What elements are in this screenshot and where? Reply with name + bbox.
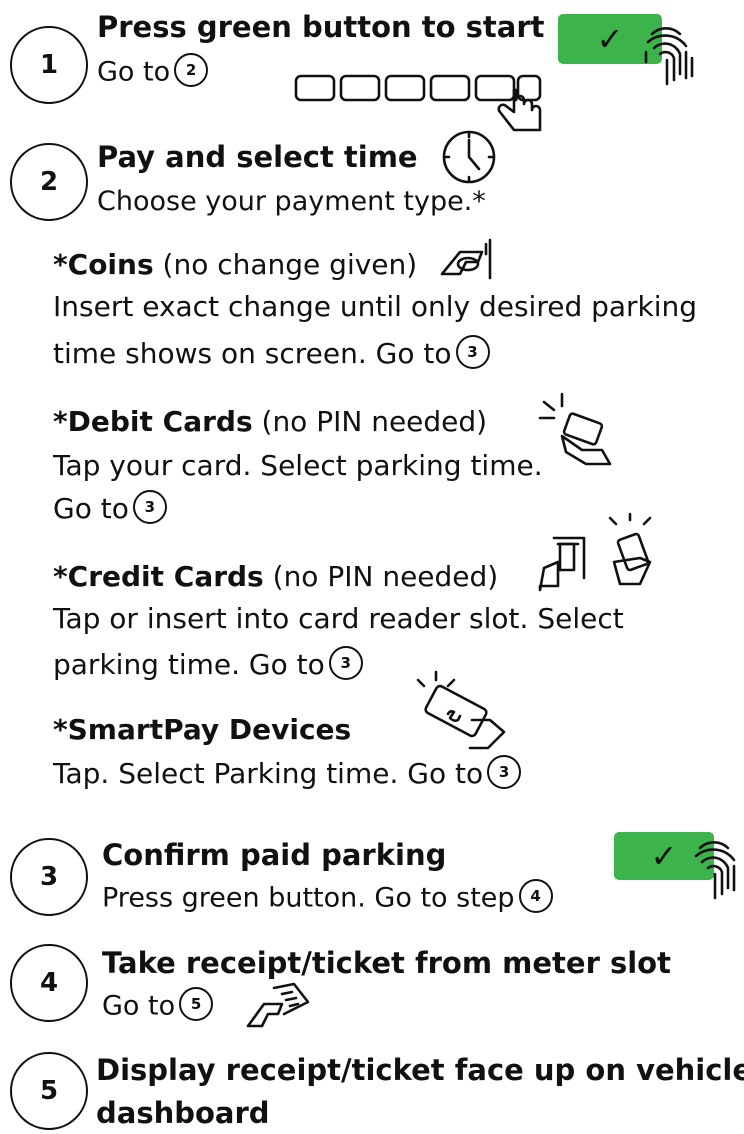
coins-heading: *Coins (no change given) xyxy=(53,248,417,281)
step-2-title: Pay and select time xyxy=(97,140,418,174)
debit-line2: Go to 3 xyxy=(53,490,167,527)
coin-insert-icon xyxy=(440,238,492,280)
check-icon: ✓ xyxy=(650,837,678,875)
goto-circle: 3 xyxy=(455,335,490,369)
goto-text: Go to xyxy=(97,56,171,88)
step-5-title-line1: Display receipt/ticket face up on vehicl… xyxy=(96,1053,744,1087)
check-icon: ✓ xyxy=(596,20,624,58)
goto-circle: 3 xyxy=(132,490,167,524)
step-3-goto: Press green button. Go to step xyxy=(102,882,515,914)
debit-heading: *Debit Cards (no PIN needed) xyxy=(53,405,487,438)
step-1-goto: Go to 2 xyxy=(97,53,209,90)
credit-line1: Tap or insert into card reader slot. Sel… xyxy=(53,602,624,635)
step-4-circle: 4 xyxy=(10,944,88,1022)
debit-line1: Tap your card. Select parking time. xyxy=(53,449,543,482)
coins-line2: time shows on screen. Go to 3 xyxy=(53,335,490,372)
step-5-title-line2: dashboard xyxy=(96,1096,270,1130)
debit-note: (no PIN needed) xyxy=(261,405,488,438)
step-2-number: 2 xyxy=(39,167,59,197)
step-4-number: 4 xyxy=(39,968,59,998)
step-3-circle: 3 xyxy=(10,838,88,916)
card-slot-icon xyxy=(538,536,586,592)
credit-name: *Credit Cards xyxy=(53,560,264,593)
step-3-desc: Press green button. Go to step 4 xyxy=(102,879,553,916)
credit-note: (no PIN needed) xyxy=(272,560,499,593)
credit-heading: *Credit Cards (no PIN needed) xyxy=(53,560,498,593)
debit-name: *Debit Cards xyxy=(53,405,253,438)
fingerprint-icon xyxy=(694,841,736,900)
goto-circle: 5 xyxy=(179,987,214,1021)
step-2-desc: Choose your payment type.* xyxy=(97,186,486,217)
coins-line1: Insert exact change until only desired p… xyxy=(53,290,698,323)
step-5-number: 5 xyxy=(39,1076,59,1106)
goto-text: Go to xyxy=(102,990,176,1022)
debit-goto: Go to xyxy=(53,492,129,525)
credit-line2: parking time. Go to 3 xyxy=(53,646,363,683)
credit-goto: parking time. Go to xyxy=(53,648,325,681)
receipt-ticket-icon xyxy=(246,982,310,1028)
step-2-circle: 2 xyxy=(10,143,88,221)
coins-note: (no change given) xyxy=(162,248,418,281)
goto-circle: 4 xyxy=(518,879,553,913)
step-1-number: 1 xyxy=(39,50,59,80)
smartphone-tap-icon xyxy=(416,670,506,750)
step-4-title: Take receipt/ticket from meter slot xyxy=(102,946,671,980)
step-3-number: 3 xyxy=(39,862,59,892)
step-1-circle: 1 xyxy=(10,26,88,104)
fingerprint-icon xyxy=(644,27,694,86)
smartpay-name: *SmartPay Devices xyxy=(53,713,352,746)
tap-credit-card-icon xyxy=(608,512,652,586)
coins-name: *Coins xyxy=(53,248,154,281)
smartpay-heading: *SmartPay Devices xyxy=(53,713,351,746)
coins-goto: time shows on screen. Go to xyxy=(53,337,452,370)
goto-circle: 3 xyxy=(487,755,522,789)
smartpay-line1: Tap. Select Parking time. Go to 3 xyxy=(53,755,522,792)
clock-icon xyxy=(442,130,496,184)
smartpay-goto: Tap. Select Parking time. Go to xyxy=(53,757,484,790)
step-4-goto: Go to 5 xyxy=(102,987,214,1024)
step-5-circle: 5 xyxy=(10,1052,88,1130)
step-1-title: Press green button to start xyxy=(97,10,545,44)
keypad-press-icon xyxy=(294,74,542,132)
tap-card-icon xyxy=(538,392,612,466)
goto-circle: 3 xyxy=(328,646,363,680)
step-3-title: Confirm paid parking xyxy=(102,838,447,872)
goto-circle: 2 xyxy=(174,53,209,87)
